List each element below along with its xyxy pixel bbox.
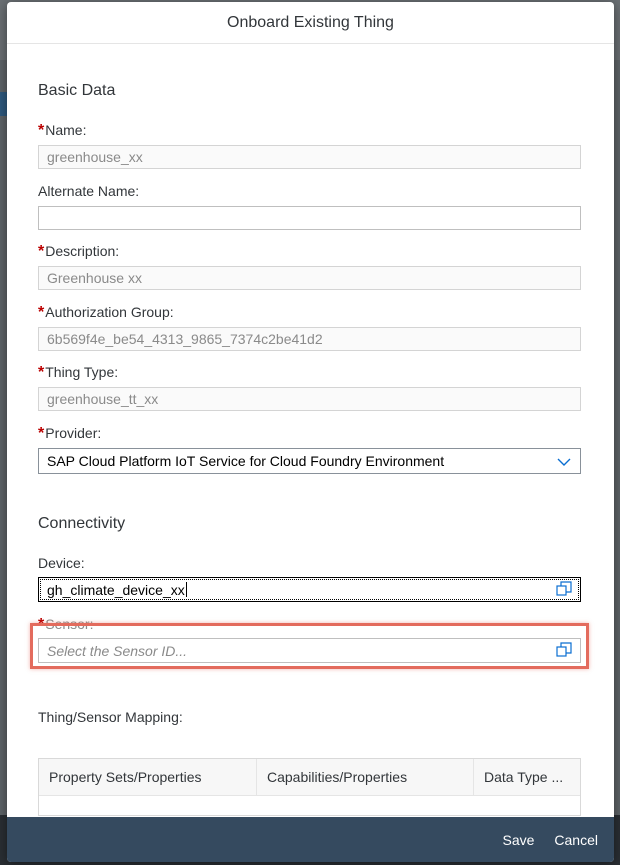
mapping-title: Thing/Sensor Mapping:	[38, 709, 183, 725]
device-label: Device:	[38, 555, 85, 571]
table-header: Property Sets/Properties Capabilities/Pr…	[39, 759, 580, 796]
column-header-data-type[interactable]: Data Type ...	[474, 759, 580, 795]
name-label: *Name:	[38, 122, 87, 139]
mapping-table: Property Sets/Properties Capabilities/Pr…	[38, 758, 581, 816]
dialog-title: Onboard Existing Thing	[227, 13, 394, 31]
provider-label: *Provider:	[38, 425, 102, 442]
save-button[interactable]: Save	[498, 826, 538, 854]
thing-type-label: *Thing Type:	[38, 364, 119, 381]
name-field[interactable]: greenhouse_xx	[38, 145, 581, 169]
onboard-dialog: Onboard Existing Thing Basic Data *Name:…	[7, 2, 614, 862]
dialog-footer: Save Cancel	[7, 817, 614, 862]
required-marker: *	[38, 243, 45, 260]
sensor-highlight-box	[30, 623, 589, 669]
alternate-name-field[interactable]	[38, 206, 581, 230]
device-input[interactable]: gh_climate_device_xx	[38, 577, 581, 602]
dialog-header: Onboard Existing Thing	[7, 2, 614, 44]
column-header-capabilities[interactable]: Capabilities/Properties	[257, 759, 474, 795]
value-help-icon[interactable]	[556, 581, 572, 597]
description-label: *Description:	[38, 243, 120, 260]
basic-data-title: Basic Data	[38, 82, 116, 99]
required-marker: *	[38, 425, 45, 442]
required-marker: *	[38, 304, 45, 321]
required-marker: *	[38, 122, 45, 139]
column-header-property-sets[interactable]: Property Sets/Properties	[39, 759, 257, 795]
thing-type-field[interactable]: greenhouse_tt_xx	[38, 387, 581, 411]
provider-select[interactable]: SAP Cloud Platform IoT Service for Cloud…	[38, 448, 581, 474]
provider-value: SAP Cloud Platform IoT Service for Cloud…	[47, 453, 445, 469]
device-value: gh_climate_device_xx	[47, 581, 185, 598]
authorization-group-label: *Authorization Group:	[38, 304, 174, 321]
description-field[interactable]: Greenhouse xx	[38, 266, 581, 290]
cancel-button[interactable]: Cancel	[550, 826, 602, 854]
text-caret	[185, 582, 187, 597]
connectivity-title: Connectivity	[38, 515, 126, 532]
authorization-group-field[interactable]: 6b569f4e_be54_4313_9865_7374c2be41d2	[38, 327, 581, 351]
dialog-content: Basic Data *Name: greenhouse_xx Alternat…	[7, 44, 614, 816]
chevron-down-icon[interactable]	[556, 454, 572, 470]
alternate-name-label: Alternate Name:	[38, 183, 140, 199]
required-marker: *	[38, 364, 45, 381]
